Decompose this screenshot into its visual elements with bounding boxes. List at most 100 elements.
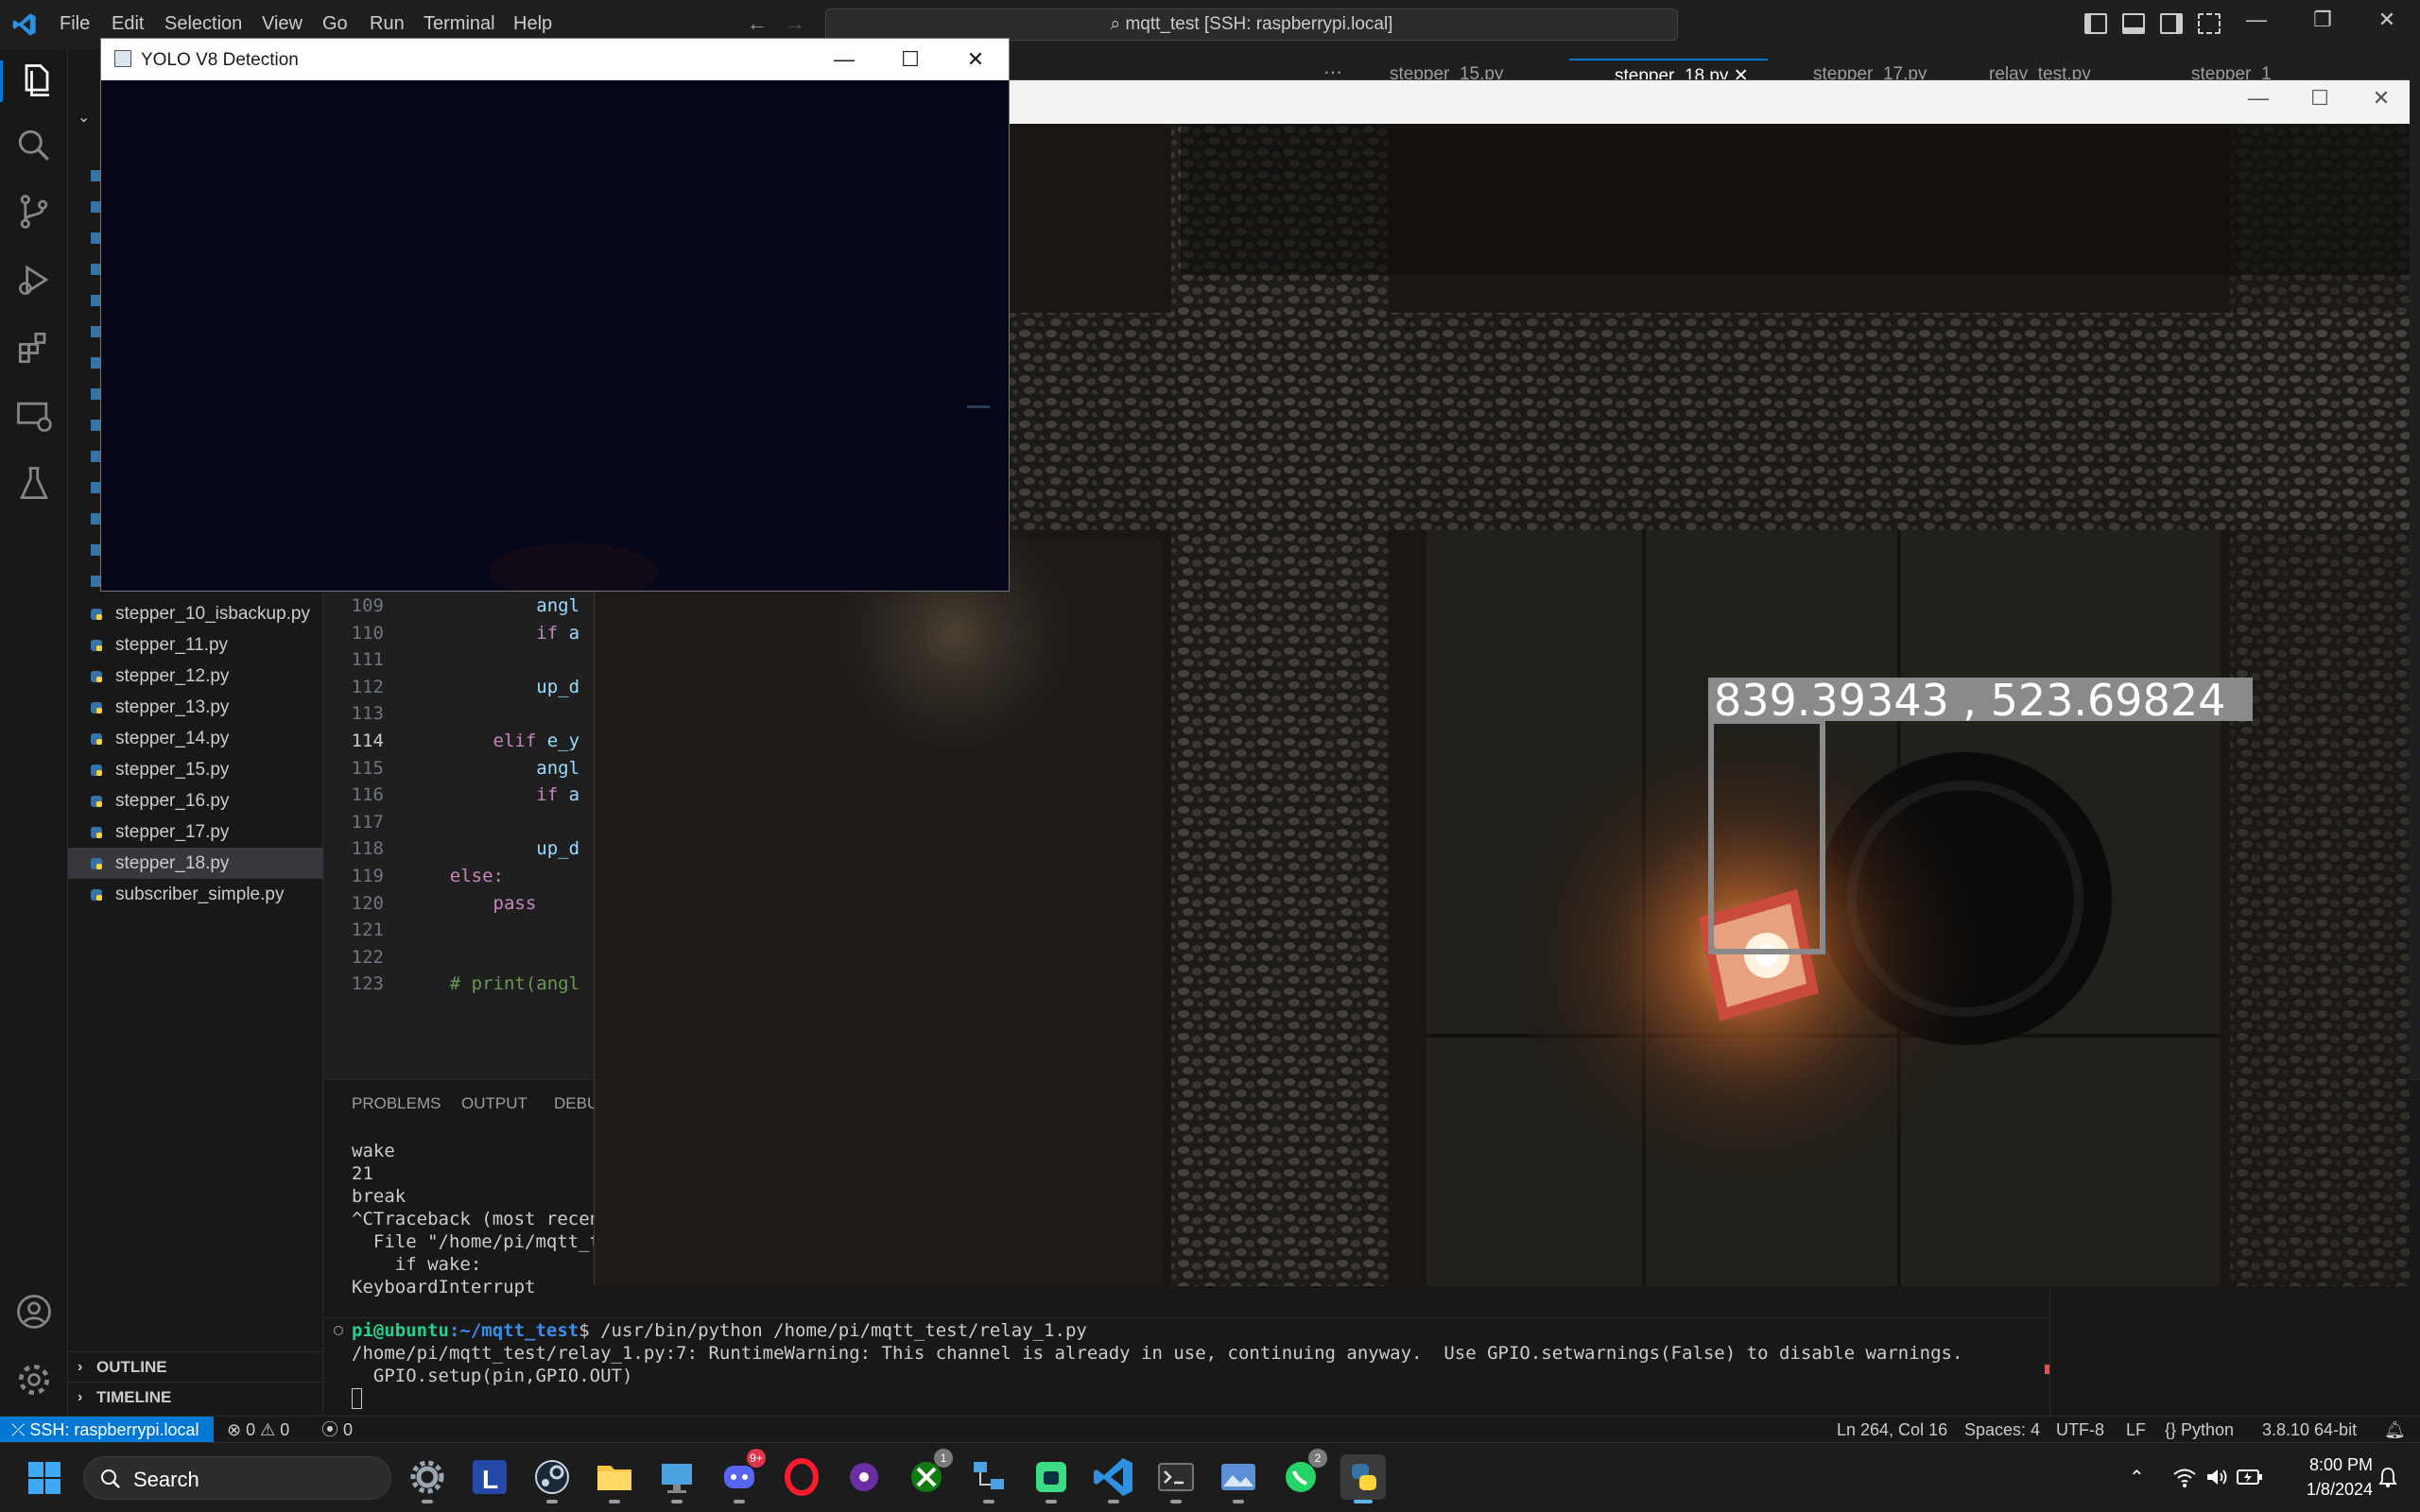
code-line[interactable]: 119 else: bbox=[323, 863, 607, 889]
menu-selection[interactable]: Selection bbox=[164, 13, 242, 35]
xbox-app-icon[interactable]: 1 bbox=[904, 1449, 953, 1500]
testing-icon[interactable] bbox=[13, 463, 55, 505]
explorer-file[interactable]: subscriber_simple.py bbox=[68, 879, 323, 910]
timeline-section[interactable]: › TIMELINE bbox=[68, 1382, 323, 1412]
tab-debug-console[interactable]: DEBU bbox=[554, 1094, 598, 1113]
code-line[interactable]: 120 pass bbox=[323, 890, 607, 917]
code-line[interactable]: 118 up_d bbox=[323, 835, 607, 862]
toggle-secondary-sidebar-icon[interactable] bbox=[2160, 13, 2183, 34]
code-line[interactable]: 112 up_d bbox=[323, 674, 607, 700]
maximize-icon[interactable]: ☐ bbox=[882, 44, 939, 75]
tab-output[interactable]: OUTPUT bbox=[461, 1094, 527, 1113]
code-line[interactable]: 109 angl bbox=[323, 593, 607, 619]
code-line[interactable]: 115 angl bbox=[323, 755, 607, 782]
code-line[interactable]: 121 bbox=[323, 917, 607, 943]
python-app-icon[interactable] bbox=[1340, 1454, 1386, 1503]
explorer-icon[interactable] bbox=[0, 60, 68, 102]
extensions-icon[interactable] bbox=[13, 327, 55, 369]
toggle-panel-icon[interactable] bbox=[2122, 13, 2145, 34]
chevron-down-icon[interactable]: ⌄ bbox=[78, 108, 90, 127]
toggle-primary-sidebar-icon[interactable] bbox=[2084, 13, 2107, 34]
notification-bell-icon[interactable] bbox=[2377, 1466, 2398, 1488]
problems-status[interactable]: ⊗ 0 ⚠ 0 bbox=[227, 1417, 289, 1443]
terminal-app-icon[interactable] bbox=[1153, 1454, 1199, 1503]
file-explorer-app-icon[interactable] bbox=[592, 1454, 637, 1503]
code-line[interactable]: 111 bbox=[323, 646, 607, 673]
code-line[interactable]: 123 # print(angl bbox=[323, 971, 607, 997]
explorer-file-selected[interactable]: stepper_18.py bbox=[68, 848, 323, 879]
opera-app-icon[interactable] bbox=[779, 1454, 824, 1500]
code-line[interactable]: 110 if a bbox=[323, 620, 607, 646]
outline-section[interactable]: › OUTLINE bbox=[68, 1351, 323, 1382]
network-app-icon[interactable] bbox=[966, 1454, 1011, 1503]
explorer-file[interactable]: stepper_13.py bbox=[68, 692, 323, 723]
menu-go[interactable]: Go bbox=[322, 13, 348, 35]
vscode-app-icon[interactable] bbox=[1091, 1454, 1136, 1503]
back-arrow-icon[interactable]: ← bbox=[747, 11, 768, 36]
system-clock[interactable]: 8:00 PM 1/8/2024 bbox=[2278, 1452, 2373, 1502]
code-line[interactable]: 117 bbox=[323, 809, 607, 835]
code-line[interactable]: 114 elif e_y bbox=[323, 728, 607, 754]
restore-icon[interactable]: ❐ bbox=[2304, 8, 2342, 32]
show-hidden-icons-chevron-icon[interactable]: ⌃ bbox=[2129, 1466, 2145, 1489]
terminal-prompt[interactable]: pi@ubuntu:~/mqtt_test$ /usr/bin/python /… bbox=[352, 1319, 1087, 1342]
menu-terminal[interactable]: Terminal bbox=[424, 13, 495, 35]
minimize-icon[interactable]: — bbox=[816, 44, 873, 75]
search-icon[interactable] bbox=[13, 125, 55, 166]
taskbar-search[interactable]: Search bbox=[83, 1456, 391, 1500]
whatsapp-app-icon[interactable]: 2 bbox=[1278, 1449, 1327, 1500]
close-icon[interactable]: ✕ bbox=[2368, 8, 2406, 32]
explorer-file[interactable]: stepper_12.py bbox=[68, 661, 323, 692]
accounts-icon[interactable] bbox=[13, 1291, 55, 1332]
battery-icon[interactable] bbox=[2237, 1468, 2263, 1486]
customize-layout-icon[interactable] bbox=[2198, 13, 2221, 34]
yolo-window-titlebar[interactable]: YOLO V8 Detection — ☐ ✕ bbox=[101, 39, 1009, 80]
explorer-file[interactable]: stepper_10_isbackup.py bbox=[68, 598, 323, 629]
explorer-file[interactable]: stepper_15.py bbox=[68, 754, 323, 785]
indentation-status[interactable]: Spaces: 4 bbox=[1964, 1417, 2040, 1443]
notifications-bell-icon[interactable]: 🔔︎ bbox=[2384, 1417, 2406, 1443]
photos-app-icon[interactable] bbox=[1216, 1454, 1261, 1503]
command-center[interactable]: ⌕ mqtt_test [SSH: raspberrypi.local] bbox=[825, 9, 1678, 41]
cursor-position[interactable]: Ln 264, Col 16 bbox=[1837, 1417, 1947, 1443]
remote-explorer-icon[interactable] bbox=[13, 395, 55, 437]
explorer-file[interactable]: stepper_16.py bbox=[68, 785, 323, 816]
code-line[interactable]: 113 bbox=[323, 700, 607, 727]
menu-file[interactable]: File bbox=[60, 13, 90, 35]
code-line[interactable]: 116 if a bbox=[323, 782, 607, 808]
explorer-file[interactable]: stepper_17.py bbox=[68, 816, 323, 848]
volume-icon[interactable] bbox=[2204, 1466, 2229, 1488]
explorer-file[interactable]: stepper_14.py bbox=[68, 723, 323, 754]
run-debug-icon[interactable] bbox=[13, 259, 55, 301]
media-player-app-icon[interactable] bbox=[841, 1454, 887, 1500]
wifi-icon[interactable] bbox=[2172, 1466, 2197, 1488]
close-icon[interactable]: ✕ bbox=[947, 44, 1004, 75]
menu-run[interactable]: Run bbox=[370, 13, 405, 35]
forward-arrow-icon[interactable]: → bbox=[785, 11, 805, 36]
eol-status[interactable]: LF bbox=[2126, 1417, 2146, 1443]
yolo-detection-window[interactable]: YOLO V8 Detection — ☐ ✕ bbox=[100, 38, 1010, 600]
remote-desktop-app-icon[interactable] bbox=[654, 1454, 700, 1503]
windows-start-icon[interactable] bbox=[28, 1462, 60, 1494]
manage-gear-icon[interactable] bbox=[13, 1359, 55, 1400]
android-studio-app-icon[interactable] bbox=[1028, 1454, 1074, 1503]
menu-view[interactable]: View bbox=[262, 13, 302, 35]
settings-app-icon[interactable] bbox=[405, 1454, 450, 1503]
minimize-icon[interactable]: — bbox=[2238, 8, 2275, 32]
menu-edit[interactable]: Edit bbox=[112, 13, 144, 35]
steam-app-icon[interactable] bbox=[529, 1454, 575, 1503]
menu-help[interactable]: Help bbox=[513, 13, 552, 35]
explorer-file[interactable]: stepper_11.py bbox=[68, 629, 323, 661]
discord-app-icon[interactable]: 9+ bbox=[717, 1449, 766, 1503]
source-control-icon[interactable] bbox=[13, 191, 55, 232]
maximize-icon[interactable]: ☐ bbox=[2301, 86, 2339, 111]
language-mode[interactable]: {} Python bbox=[2165, 1417, 2234, 1443]
close-icon[interactable]: ✕ bbox=[2362, 86, 2400, 111]
remote-indicator[interactable]: ⤫ SSH: raspberrypi.local bbox=[0, 1417, 214, 1443]
code-line[interactable]: 122 bbox=[323, 944, 607, 971]
minimize-icon[interactable]: — bbox=[2239, 86, 2277, 111]
ports-status[interactable]: ⦿ 0 bbox=[321, 1417, 353, 1443]
tab-problems[interactable]: PROBLEMS bbox=[352, 1094, 441, 1113]
launcher-l-app-icon[interactable]: L bbox=[467, 1454, 512, 1500]
encoding-status[interactable]: UTF-8 bbox=[2056, 1417, 2104, 1443]
